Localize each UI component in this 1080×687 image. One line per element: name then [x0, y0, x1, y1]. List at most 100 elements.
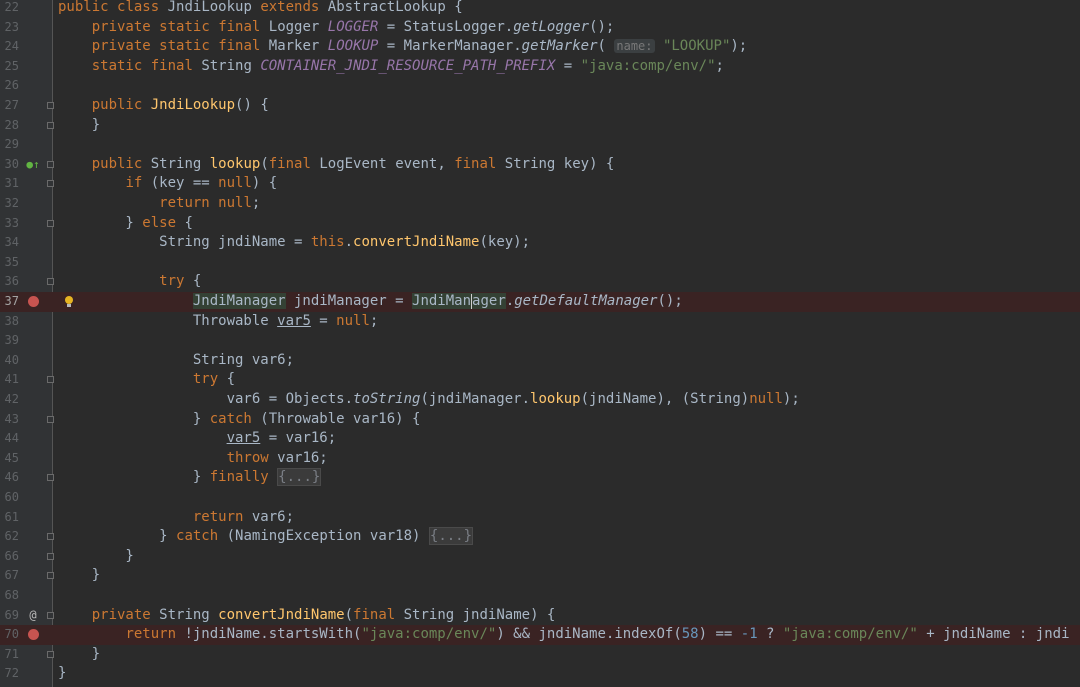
fold-marker-icon[interactable]	[47, 102, 54, 109]
code-line[interactable]: 29	[0, 135, 1080, 155]
code-line[interactable]: 68	[0, 586, 1080, 606]
line-number[interactable]: 68	[0, 586, 19, 606]
line-number[interactable]: 23	[0, 18, 19, 38]
code-line[interactable]: 46 } finally {...}	[0, 468, 1080, 488]
line-number[interactable]: 61	[0, 508, 19, 528]
code-text[interactable]: Throwable var5 = null;	[58, 312, 378, 332]
code-line[interactable]: 37 JndiManager jndiManager = JndiManager…	[0, 292, 1080, 312]
code-text[interactable]: }	[58, 566, 100, 586]
code-line[interactable]: 30 ●↑ public String lookup(final LogEvent…	[0, 155, 1080, 175]
line-number[interactable]: 36	[0, 272, 19, 292]
code-line[interactable]: 70 return !jndiName.startsWith("java:com…	[0, 625, 1080, 645]
code-text[interactable]: public String lookup(final LogEvent even…	[58, 155, 615, 175]
code-line[interactable]: 44 var5 = var16;	[0, 429, 1080, 449]
code-line[interactable]: 69 @ private String convertJndiName(final…	[0, 606, 1080, 626]
line-number[interactable]: 33	[0, 214, 19, 234]
annotation-icon[interactable]: @	[27, 606, 39, 626]
code-line[interactable]: 67 }	[0, 566, 1080, 586]
line-number[interactable]: 67	[0, 566, 19, 586]
code-text[interactable]: public class JndiLookup extends Abstract…	[58, 0, 463, 18]
code-line[interactable]: 36 try {	[0, 272, 1080, 292]
line-number[interactable]: 62	[0, 527, 19, 547]
code-editor[interactable]: 22 public class JndiLookup extends Abstra…	[0, 0, 1080, 687]
code-text[interactable]: } finally {...}	[58, 468, 322, 488]
code-line[interactable]: 32 return null;	[0, 194, 1080, 214]
line-number[interactable]: 24	[0, 37, 19, 57]
code-line[interactable]: 60	[0, 488, 1080, 508]
code-text[interactable]: private String convertJndiName(final Str…	[58, 606, 556, 626]
line-number[interactable]: 38	[0, 312, 19, 332]
line-number[interactable]: 40	[0, 351, 19, 371]
line-number[interactable]: 42	[0, 390, 19, 410]
line-number[interactable]: 39	[0, 331, 19, 351]
code-text[interactable]: try {	[58, 272, 201, 292]
code-line[interactable]: 42 var6 = Objects.toString(jndiManager.l…	[0, 390, 1080, 410]
line-number[interactable]: 66	[0, 547, 19, 567]
fold-marker-icon[interactable]	[47, 180, 54, 188]
folded-block[interactable]: {...}	[277, 468, 322, 487]
code-text[interactable]: public JndiLookup() {	[58, 96, 269, 116]
line-number[interactable]: 26	[0, 76, 19, 96]
fold-marker-icon[interactable]	[47, 572, 54, 580]
code-line[interactable]: 71 }	[0, 645, 1080, 665]
code-text[interactable]: String jndiName = this.convertJndiName(k…	[58, 233, 530, 253]
code-line[interactable]: 22 public class JndiLookup extends Abstra…	[0, 0, 1080, 18]
code-line[interactable]: 61 return var6;	[0, 508, 1080, 528]
line-number[interactable]: 31	[0, 174, 19, 194]
fold-marker-icon[interactable]	[47, 474, 54, 482]
code-text[interactable]: }	[58, 116, 100, 136]
code-text[interactable]: return var6;	[58, 508, 294, 528]
line-number[interactable]: 72	[0, 664, 19, 684]
fold-marker-icon[interactable]	[47, 278, 54, 286]
line-number[interactable]: 69	[0, 606, 19, 626]
code-text[interactable]: static final String CONTAINER_JNDI_RESOU…	[58, 57, 724, 77]
line-number[interactable]: 46	[0, 468, 19, 488]
breakpoint-icon[interactable]	[27, 292, 39, 312]
code-text[interactable]: return !jndiName.startsWith("java:comp/e…	[58, 625, 1069, 645]
line-number[interactable]: 27	[0, 96, 19, 116]
code-text[interactable]: }	[58, 645, 100, 665]
code-line[interactable]: 40 String var6;	[0, 351, 1080, 371]
line-number[interactable]: 30	[0, 155, 19, 175]
folded-block[interactable]: {...}	[428, 527, 474, 546]
code-text[interactable]: } else {	[58, 214, 192, 234]
code-text[interactable]: try {	[58, 370, 235, 390]
line-number[interactable]: 41	[0, 370, 19, 390]
line-number[interactable]: 29	[0, 135, 19, 155]
line-number[interactable]: 34	[0, 233, 19, 253]
line-number[interactable]: 44	[0, 429, 19, 449]
fold-marker-icon[interactable]	[47, 219, 54, 227]
fold-marker-icon[interactable]	[47, 160, 54, 168]
line-number[interactable]: 25	[0, 57, 19, 77]
code-line[interactable]: 28 }	[0, 116, 1080, 136]
code-text[interactable]: } catch (NamingException var18) {...}	[58, 527, 474, 547]
code-text[interactable]: String var6;	[58, 351, 294, 371]
fold-marker-icon[interactable]	[47, 650, 54, 658]
code-text[interactable]: }	[58, 664, 66, 684]
code-line[interactable]: 34 String jndiName = this.convertJndiNam…	[0, 233, 1080, 253]
code-text[interactable]: throw var16;	[58, 449, 328, 469]
line-number[interactable]: 71	[0, 645, 19, 665]
code-line[interactable]: 66 }	[0, 547, 1080, 567]
code-line[interactable]: 41 try {	[0, 370, 1080, 390]
fold-marker-icon[interactable]	[47, 533, 54, 541]
code-text[interactable]: return null;	[58, 194, 260, 214]
line-number[interactable]: 32	[0, 194, 19, 214]
code-line[interactable]: 31 if (key == null) {	[0, 174, 1080, 194]
code-text[interactable]: }	[58, 547, 133, 567]
override-icon[interactable]: ●↑	[26, 155, 39, 175]
fold-marker-icon[interactable]	[47, 121, 54, 129]
code-text[interactable]: JndiManager jndiManager = JndiManager.ge…	[58, 292, 683, 312]
code-text[interactable]: var6 = Objects.toString(jndiManager.look…	[58, 390, 800, 410]
code-text[interactable]: private static final Logger LOGGER = Sta…	[58, 18, 615, 38]
line-number[interactable]: 37	[0, 292, 19, 312]
line-number[interactable]: 43	[0, 410, 19, 430]
line-number[interactable]: 60	[0, 488, 19, 508]
code-line[interactable]: 43 } catch (Throwable var16) {	[0, 410, 1080, 430]
fold-marker-icon[interactable]	[47, 552, 54, 560]
fold-marker-icon[interactable]	[47, 415, 54, 423]
code-line[interactable]: 35	[0, 253, 1080, 273]
line-number[interactable]: 70	[0, 625, 19, 645]
line-number[interactable]: 45	[0, 449, 19, 469]
code-line[interactable]: 62 } catch (NamingException var18) {...}	[0, 527, 1080, 547]
